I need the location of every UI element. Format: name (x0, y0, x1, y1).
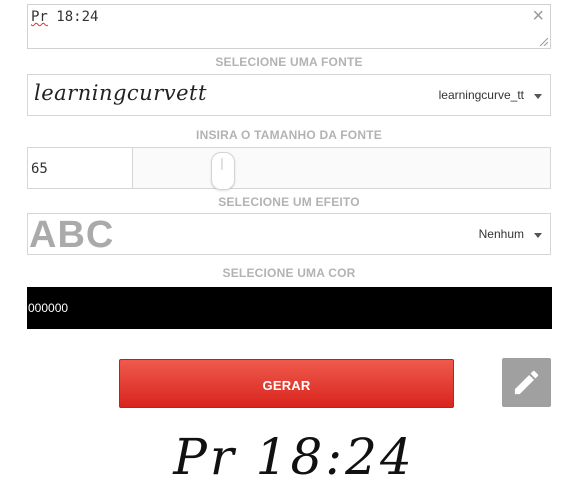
color-value: 000000 (28, 301, 69, 315)
text-input[interactable]: Pr 18:24 × (27, 4, 551, 49)
font-size-slider[interactable] (132, 148, 550, 190)
edit-button[interactable] (502, 358, 551, 407)
clear-icon[interactable]: × (532, 5, 544, 27)
pencil-icon (514, 370, 539, 395)
slider-handle[interactable] (211, 152, 235, 190)
font-select[interactable]: learningcurvett learningcurve_tt (27, 74, 551, 116)
resize-grip-icon[interactable] (540, 38, 548, 46)
font-size-value: 65 (31, 161, 48, 177)
effect-preview: ABC (29, 214, 115, 256)
font-preview: learningcurvett (34, 81, 207, 105)
font-selected-value: learningcurve_tt (438, 88, 524, 102)
font-size-control: 65 (27, 147, 551, 190)
output-preview: Pr 18:24 (0, 424, 588, 490)
chevron-down-icon (534, 233, 542, 238)
color-picker[interactable]: 000000 (27, 287, 552, 329)
chevron-down-icon (534, 94, 542, 99)
effect-section-label: SELECIONE UM EFEITO (218, 195, 360, 209)
generate-button[interactable]: GERAR (119, 359, 454, 408)
effect-select[interactable]: ABC Nenhum (27, 213, 551, 256)
text-input-value: Pr 18:24 (31, 9, 99, 25)
font-size-input[interactable]: 65 (28, 148, 133, 188)
output-text: Pr 18:24 (173, 428, 415, 486)
color-section-label: SELECIONE UMA COR (222, 266, 356, 280)
effect-selected-value: Nenhum (478, 227, 524, 241)
font-section-label: SELECIONE UMA FONTE (215, 55, 363, 69)
size-section-label: INSIRA O TAMANHO DA FONTE (196, 128, 382, 142)
